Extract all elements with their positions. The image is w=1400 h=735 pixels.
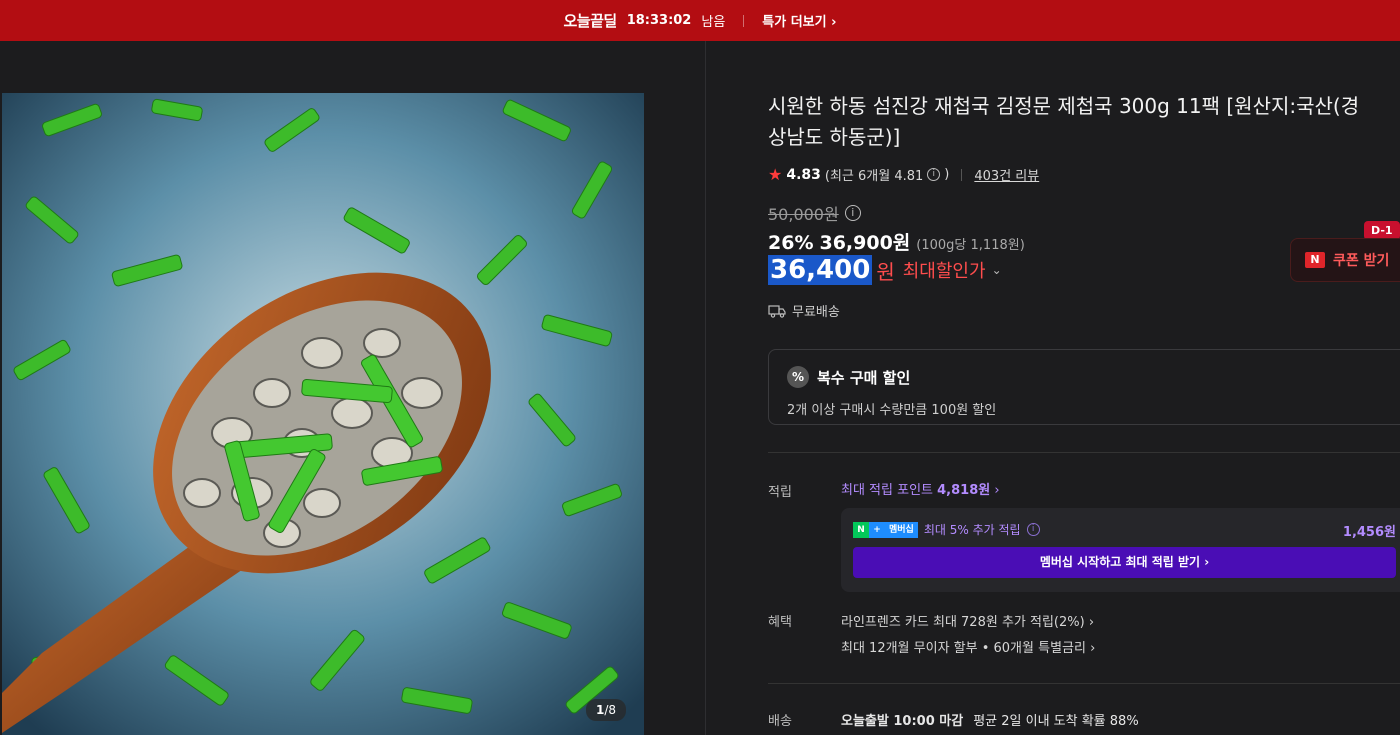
product-image[interactable]: 1/8 xyxy=(2,93,644,735)
membership-amount: 1,456원 xyxy=(1342,525,1396,540)
deal-banner[interactable]: 오늘끝딜 18:33:02 남음 특가 더보기 › xyxy=(0,0,1400,41)
max-price-label: 최대할인가 xyxy=(902,261,986,282)
info-icon[interactable]: i xyxy=(927,168,941,181)
divider xyxy=(961,168,963,181)
multi-discount-title-row: % 복수 구매 할인 xyxy=(787,366,910,388)
membership-box: N + 멤버십 최대 5% 추가 적립 i 1,456원 멤버십 시작하고 최대 적… xyxy=(841,508,1400,592)
coupon-label: 쿠폰 받기 xyxy=(1333,253,1390,269)
max-price-value: 36,400 xyxy=(768,255,873,285)
deal-logo: 오늘끝딜 xyxy=(563,12,617,30)
reviews-link[interactable]: 403건 리뷰 xyxy=(974,165,1039,184)
delivery-info: 오늘출발 10:00 마감 평균 2일 이내 도착 확률 88% xyxy=(841,710,1139,729)
star-icon: ★ xyxy=(768,165,783,184)
countdown-remaining: 남음 xyxy=(701,15,726,30)
max-price-won: 원 xyxy=(876,259,895,284)
original-price: 50,000원 xyxy=(768,205,839,224)
delivery-label: 배송 xyxy=(768,714,792,729)
membership-badge-icon: N + 멤버십 xyxy=(853,521,918,538)
unit-price: (100g당 1,118원) xyxy=(916,238,1025,253)
dispatch-deadline: 오늘출발 10:00 마감 xyxy=(841,714,964,729)
card-benefit-link[interactable]: 라인프렌즈 카드 최대 728원 추가 적립(2%) › xyxy=(841,611,1094,630)
arrival-probability: 평균 2일 이내 도착 확률 88% xyxy=(973,714,1139,729)
sale-price-row: 26% 36,900원 (100g당 1,118원) xyxy=(768,228,1025,255)
shipping-row: 무료배송 xyxy=(768,301,840,320)
multi-discount-title: 복수 구매 할인 xyxy=(817,368,911,387)
sale-price: 36,900원 xyxy=(819,232,911,254)
product-title: 시원한 하동 섬진강 재첩국 김정문 제첩국 300g 11팩 [원산지:국산(… xyxy=(768,94,1360,149)
max-points-link[interactable]: 최대 적립 포인트 4,818원 › xyxy=(841,479,1000,498)
benefits-label: 혜택 xyxy=(768,615,792,630)
membership-text: 최대 5% 추가 적립 xyxy=(923,523,1021,537)
max-discount-price[interactable]: 36,400 원 최대할인가 ⌄ xyxy=(768,255,1002,285)
coupon-button[interactable]: N 쿠폰 받기 xyxy=(1290,238,1400,282)
truck-icon xyxy=(768,304,786,318)
membership-row: N + 멤버십 최대 5% 추가 적립 i xyxy=(853,521,1040,538)
multi-discount-desc: 2개 이상 구매시 수량만큼 100원 할인 xyxy=(787,403,997,418)
rating-row: ★ 4.83 (최근 6개월 4.81 i ) 403건 리뷰 xyxy=(768,165,1039,184)
multi-purchase-discount: % 복수 구매 할인 2개 이상 구매시 수량만큼 100원 할인 xyxy=(768,349,1400,425)
naver-icon: N xyxy=(1305,252,1325,268)
product-photo-illustration xyxy=(2,93,644,735)
product-info-panel: 시원한 하동 섬진강 재첩국 김정문 제첩국 300g 11팩 [원산지:국산(… xyxy=(768,41,1400,735)
image-gallery: 1/8 xyxy=(0,41,706,735)
membership-start-button[interactable]: 멤버십 시작하고 최대 적립 받기 › xyxy=(853,547,1396,578)
original-price-row: 50,000원 i xyxy=(768,201,861,225)
divider xyxy=(768,452,1400,453)
chevron-down-icon[interactable]: ⌄ xyxy=(992,263,1002,277)
percent-icon: % xyxy=(787,366,809,388)
installment-benefit-link[interactable]: 최대 12개월 무이자 할부 • 60개월 특별금리 › xyxy=(841,637,1095,656)
image-counter: 1/8 xyxy=(585,699,626,721)
divider xyxy=(768,683,1400,684)
recent-rating: (최근 6개월 4.81 xyxy=(824,169,924,184)
price-info-icon[interactable]: i xyxy=(844,205,861,221)
shipping-text: 무료배송 xyxy=(792,305,840,320)
points-label: 적립 xyxy=(768,485,792,500)
countdown-timer: 18:33:02 xyxy=(626,13,692,28)
divider xyxy=(743,14,745,27)
info-icon[interactable]: i xyxy=(1026,523,1040,536)
recent-rating-close: ) xyxy=(944,167,950,182)
rating-score: 4.83 xyxy=(786,166,821,183)
more-deals-link[interactable]: 특가 더보기 › xyxy=(762,11,836,30)
discount-percent: 26% xyxy=(768,232,814,254)
